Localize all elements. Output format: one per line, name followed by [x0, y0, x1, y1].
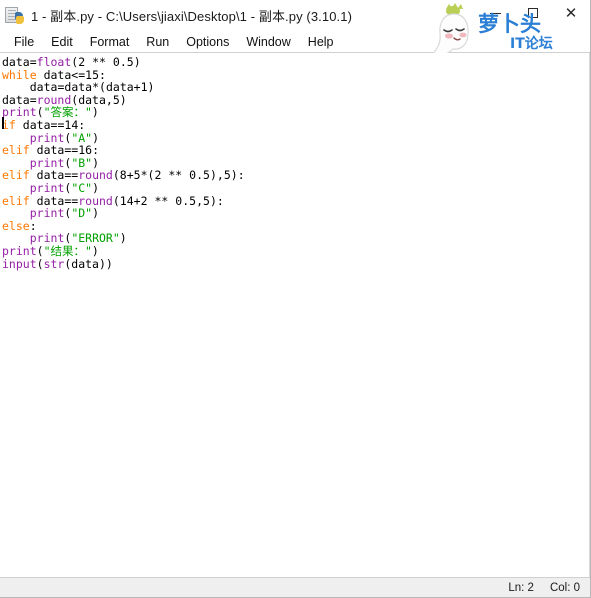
maximize-icon — [528, 8, 538, 18]
minimize-icon — [489, 12, 501, 14]
text-cursor — [2, 117, 4, 129]
menu-item-edit[interactable]: Edit — [43, 33, 82, 51]
menu-item-help[interactable]: Help — [300, 33, 343, 51]
menu-item-options[interactable]: Options — [178, 33, 238, 51]
menu-item-format[interactable]: Format — [82, 33, 139, 51]
code-scroll-region[interactable]: data=float(2 ** 0.5) while data<=15: dat… — [0, 53, 574, 577]
menu-item-file[interactable]: File — [6, 33, 43, 51]
title-bar: 1 - 副本.py - C:\Users\jiaxi\Desktop\1 - 副… — [0, 0, 590, 66]
python-file-icon — [4, 5, 24, 25]
menu-item-run[interactable]: Run — [138, 33, 178, 51]
window-title: 1 - 副本.py - C:\Users\jiaxi\Desktop\1 - 副… — [31, 8, 352, 24]
code-editor[interactable]: data=float(2 ** 0.5) while data<=15: dat… — [0, 53, 590, 577]
minimize-button[interactable] — [476, 0, 514, 26]
vertical-scrollbar[interactable] — [573, 53, 589, 577]
status-bar: Ln: 2 Col: 0 — [0, 577, 590, 597]
menu-item-window[interactable]: Window — [238, 33, 299, 51]
source-code[interactable]: data=float(2 ** 0.5) while data<=15: dat… — [0, 53, 574, 270]
status-line-number: Ln: 2 — [508, 581, 534, 594]
window-controls: ✕ — [476, 0, 590, 31]
close-icon: ✕ — [564, 4, 578, 22]
idle-editor-window: 1 - 副本.py - C:\Users\jiaxi\Desktop\1 - 副… — [0, 0, 591, 598]
status-column-number: Col: 0 — [549, 581, 580, 594]
maximize-button[interactable] — [514, 0, 552, 26]
close-button[interactable]: ✕ — [552, 0, 590, 26]
menu-bar: File Edit Format Run Options Window Help — [0, 31, 590, 53]
